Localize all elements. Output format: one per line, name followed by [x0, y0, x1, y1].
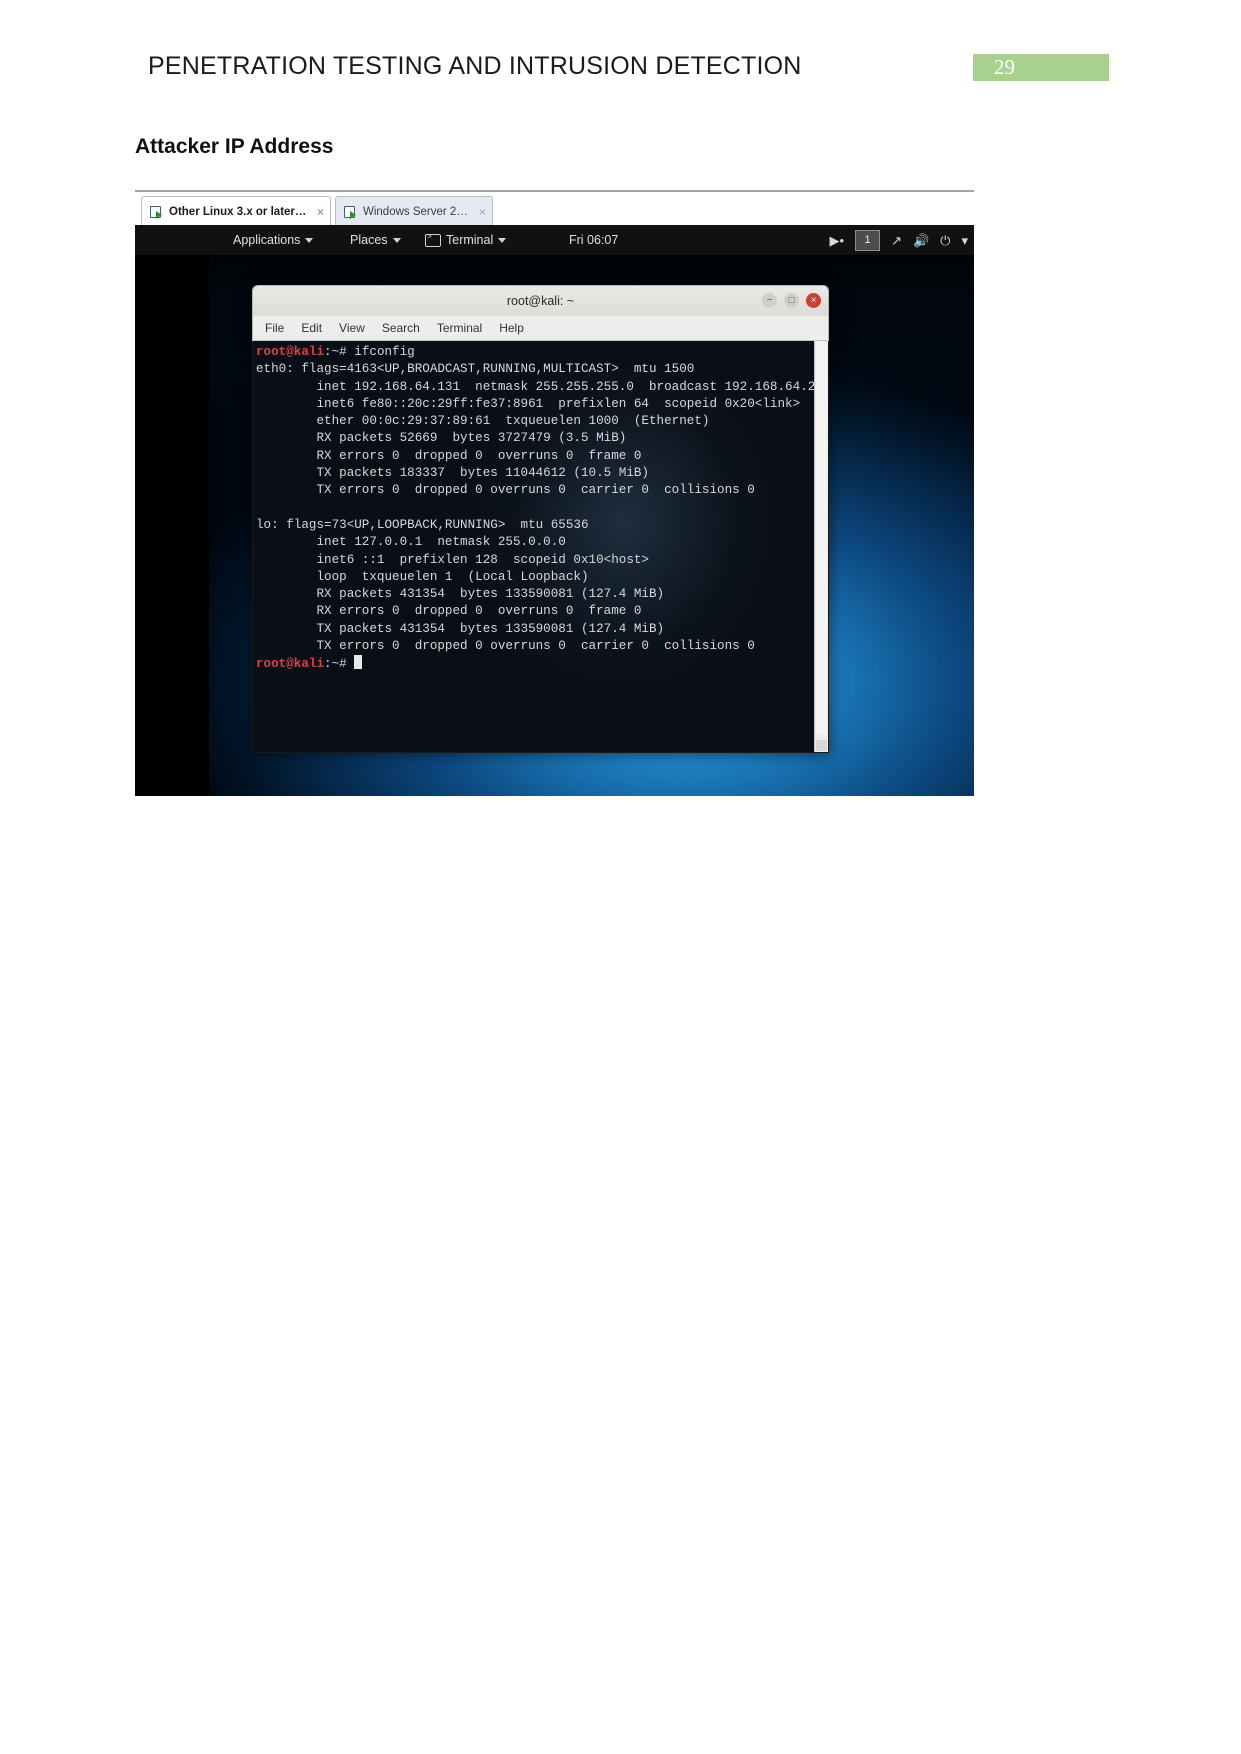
terminal-scrollbar[interactable]	[814, 341, 828, 752]
terminal-title: root@kali: ~	[506, 294, 575, 308]
clock[interactable]: Fri 06:07	[569, 225, 618, 255]
vm-tab-label: Other Linux 3.x or later ke...	[169, 205, 309, 218]
places-menu-label: Places	[350, 233, 388, 247]
menu-item-file[interactable]: File	[265, 321, 284, 335]
maximize-icon[interactable]: □	[784, 293, 799, 308]
shell-prompt-user: root@kali	[256, 345, 325, 359]
chevron-down-icon	[392, 237, 401, 243]
section-heading: Attacker IP Address	[135, 135, 334, 158]
close-icon[interactable]: ×	[471, 206, 486, 218]
window-controls: − □ ×	[762, 293, 821, 308]
menu-item-search[interactable]: Search	[382, 321, 420, 335]
terminal-window: root@kali: ~ − □ × File Edit View Search…	[252, 285, 829, 753]
shell-prompt-tail: :~#	[324, 345, 355, 359]
terminal-text: root@kali:~# ifconfig eth0: flags=4163<U…	[253, 341, 828, 674]
vm-tab-windows[interactable]: Windows Server 2016 ×	[335, 196, 493, 226]
chevron-down-icon	[498, 237, 507, 243]
scrollbar-thumb[interactable]	[816, 342, 827, 734]
terminal-app-menu[interactable]: Terminal	[425, 225, 507, 255]
menu-item-view[interactable]: View	[339, 321, 365, 335]
virtual-machine-icon	[150, 205, 164, 219]
menu-item-terminal[interactable]: Terminal	[437, 321, 482, 335]
page-number-badge: 29	[973, 54, 1109, 81]
shell-prompt-tail: :~#	[324, 657, 355, 672]
network-icon[interactable]: ↗	[891, 234, 902, 247]
ifconfig-output: eth0: flags=4163<UP,BROADCAST,RUNNING,MU…	[256, 362, 829, 654]
vm-guest-screen: Applications Places Terminal Fri 06:07 ▶…	[135, 225, 974, 796]
applications-menu-label: Applications	[233, 233, 301, 247]
document-header: PENETRATION TESTING AND INTRUSION DETECT…	[0, 0, 1241, 100]
chevron-down-icon[interactable]: ▾	[961, 234, 968, 247]
system-tray: ▶• 1 ↗ 🔊 ⏻ ▾	[830, 225, 968, 255]
vm-tab-label: Windows Server 2016	[363, 205, 471, 218]
menu-item-edit[interactable]: Edit	[301, 321, 322, 335]
close-icon[interactable]: ×	[806, 293, 821, 308]
volume-icon[interactable]: 🔊	[913, 234, 929, 247]
screenshot-figure: Other Linux 3.x or later ke... × Windows…	[135, 190, 974, 796]
screencast-icon[interactable]: ▶•	[830, 234, 845, 247]
desktop-left-margin	[135, 225, 209, 796]
terminal-menubar: File Edit View Search Terminal Help	[252, 316, 829, 341]
menu-item-help[interactable]: Help	[499, 321, 524, 335]
chevron-down-icon	[305, 237, 314, 243]
terminal-icon	[425, 233, 441, 247]
clock-label: Fri 06:07	[569, 233, 619, 247]
resize-grip[interactable]	[816, 740, 827, 751]
terminal-output-area[interactable]: root@kali:~# ifconfig eth0: flags=4163<U…	[252, 341, 829, 753]
terminal-titlebar[interactable]: root@kali: ~ − □ ×	[252, 285, 829, 316]
shell-prompt-user: root@kali	[256, 657, 325, 672]
terminal-app-label: Terminal	[446, 233, 494, 247]
places-menu[interactable]: Places	[350, 225, 401, 255]
vm-tab-linux[interactable]: Other Linux 3.x or later ke... ×	[141, 196, 331, 226]
workspace-indicator[interactable]: 1	[855, 229, 881, 251]
virtual-machine-icon	[344, 205, 358, 219]
applications-menu[interactable]: Applications	[233, 225, 314, 255]
page-title: PENETRATION TESTING AND INTRUSION DETECT…	[148, 52, 802, 80]
gnome-top-panel: Applications Places Terminal Fri 06:07 ▶…	[135, 225, 974, 255]
close-icon[interactable]: ×	[309, 206, 324, 218]
minimize-icon[interactable]: −	[762, 293, 777, 308]
vmware-tab-bar: Other Linux 3.x or later ke... × Windows…	[135, 190, 974, 227]
text-cursor	[354, 655, 363, 670]
shell-command: ifconfig	[354, 345, 415, 359]
power-icon[interactable]: ⏻	[940, 234, 950, 247]
